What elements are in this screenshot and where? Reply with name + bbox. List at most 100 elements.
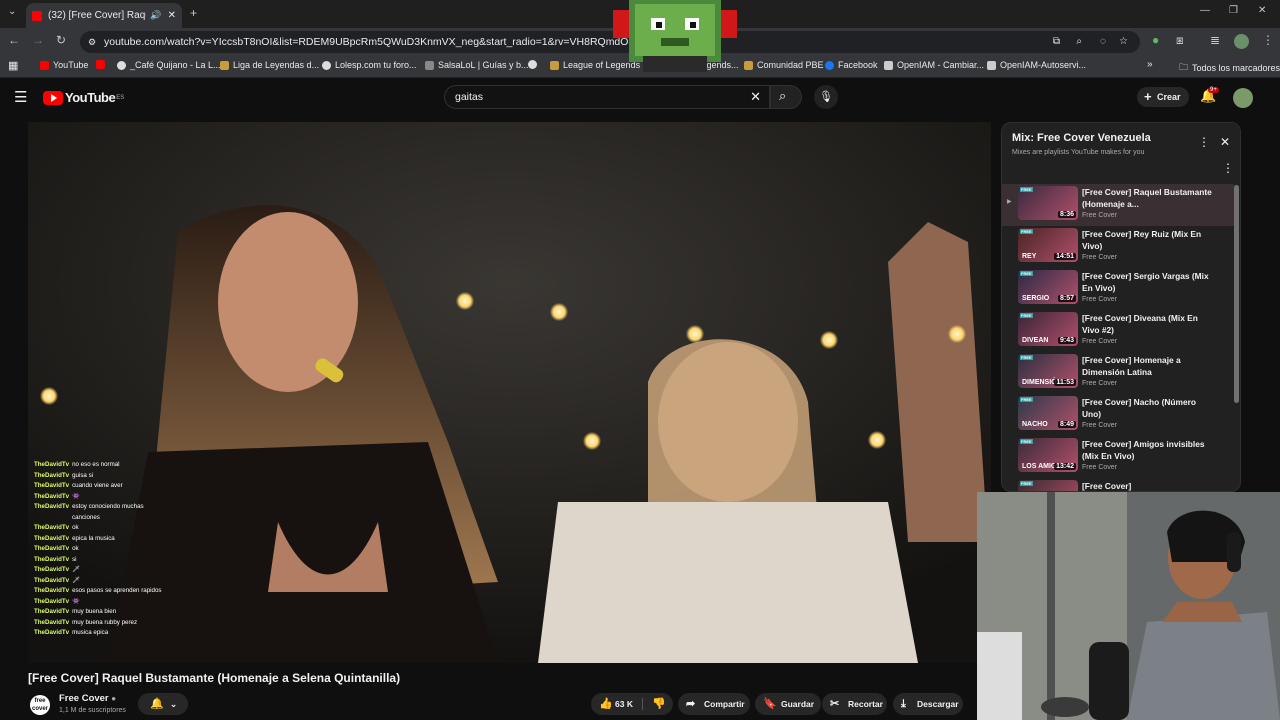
forward-icon[interactable]: → (32, 33, 44, 47)
bookmark-label: YouTube (53, 60, 89, 70)
back-icon[interactable]: ← (8, 33, 20, 47)
playlist-close-icon[interactable]: ✕ (1220, 135, 1230, 149)
youtube-logo-icon (43, 90, 63, 105)
download-button[interactable]: ⤓ Descargar (893, 693, 963, 715)
account-avatar[interactable] (1233, 88, 1253, 108)
playlist-thumbnail[interactable]: FREE DIMENSIÓN 11:53 (1018, 354, 1078, 388)
extensions-puzzle-icon[interactable]: ⧆ (1176, 33, 1184, 48)
youtube-logo[interactable]: YouTube ES (43, 90, 124, 105)
speaker-icon[interactable]: 🔊 (150, 10, 161, 21)
playlist-item[interactable]: ▶ FREE 8:36 [Free Cover] Raquel Bustamante … (1002, 184, 1234, 226)
playlist-item[interactable]: FREE LOS AMIGOS 13:42 [Free Cover] Amigos i… (1002, 436, 1234, 478)
reload-icon[interactable]: ↻ (56, 33, 66, 47)
playlist-options-icon[interactable]: ⋮ (1222, 161, 1234, 175)
dislike-button[interactable]: 👎 (646, 693, 672, 715)
all-bookmarks[interactable]: 🗀 Todos los marcadores (1179, 60, 1280, 76)
video-player[interactable]: TheDavidTv no eso es normal TheDavidTv guis… (28, 122, 991, 663)
channel-name[interactable]: Free Cover ● (59, 693, 116, 704)
reading-list-icon[interactable]: ≣ (1210, 33, 1220, 47)
chat-username: TheDavidTv (34, 482, 70, 489)
thumbs-down-icon: 👎 (652, 698, 666, 710)
bookmark-openiam-2[interactable]: OpenIAM-Autoservi... (987, 60, 1086, 70)
clip-button[interactable]: ✂ Recortar (822, 693, 887, 715)
playlist-scrollbar[interactable] (1234, 185, 1239, 403)
menu-hamburger-icon[interactable]: ☰ (14, 88, 27, 106)
subscription-bell-button[interactable]: 🔔 ⌄ (138, 693, 188, 715)
minimize-icon[interactable]: — (1200, 5, 1210, 16)
bookmark-lolesp[interactable]: Lolesp.com tu foro... (322, 60, 417, 70)
tab-close-icon[interactable]: ✕ (168, 10, 176, 21)
playlist-item[interactable]: FREE [Free Cover] (1002, 478, 1234, 491)
playlist-item[interactable]: FREE DIVEAN 9:43 [Free Cover] Diveana (Mix … (1002, 310, 1234, 352)
bookmark-star-icon[interactable]: ☆ (1119, 31, 1128, 53)
chrome-menu-icon[interactable]: ⋮ (1262, 33, 1274, 47)
thumbnail-text: DIVEAN (1022, 337, 1049, 344)
install-icon[interactable]: ⧉ (1053, 31, 1060, 53)
playlist-item[interactable]: FREE SERGIO 8:57 [Free Cover] Sergio Vargas… (1002, 268, 1234, 310)
apps-grid-icon[interactable]: ▦ (8, 59, 18, 72)
playlist-header: Mix: Free Cover Venezuela Mixes are play… (1002, 123, 1240, 181)
like-count: 63 K (615, 699, 633, 709)
search-button[interactable]: ⌕ (770, 85, 802, 109)
thumbs-up-icon: 👍 (599, 698, 613, 710)
chat-message: TheDavidTv 👾 (34, 492, 162, 503)
playlist-thumbnail[interactable]: FREE LOS AMIGOS 13:42 (1018, 438, 1078, 472)
profile-avatar[interactable] (1234, 34, 1249, 49)
eye-off-icon[interactable]: ◌ (1100, 31, 1106, 53)
extension-icon[interactable]: ● (1152, 33, 1159, 47)
playlist-thumbnail[interactable]: FREE 8:36 (1018, 186, 1078, 220)
site-info-icon[interactable]: ⚙ (88, 31, 96, 53)
save-button[interactable]: 🔖 Guardar (755, 693, 821, 715)
chat-text: 👾 (72, 492, 80, 500)
address-bar[interactable]: ⚙ youtube.com/watch?v=YIccsbT8nOI&list=R… (80, 31, 1140, 53)
playlist-thumbnail[interactable]: FREE NACHO 8:49 (1018, 396, 1078, 430)
playlist-thumbnail[interactable]: FREE (1018, 480, 1078, 491)
bookmark-youtube-2[interactable] (96, 60, 109, 69)
bookmark-openiam-1[interactable]: OpenIAM - Cambiar... (884, 60, 984, 70)
playlist-thumbnail[interactable]: FREE REY 14:51 (1018, 228, 1078, 262)
create-label: Crear (1157, 92, 1181, 102)
bookmark-pbe[interactable]: Comunidad PBE (744, 60, 824, 70)
restore-icon[interactable]: ❐ (1229, 5, 1238, 16)
new-tab-icon[interactable]: + (190, 6, 197, 20)
playlist-item[interactable]: FREE NACHO 8:49 [Free Cover] Nacho (Número … (1002, 394, 1234, 436)
playlist-title[interactable]: Mix: Free Cover Venezuela (1012, 132, 1151, 144)
url-text: youtube.com/watch?v=YIccsbT8nOI&list=RDE… (104, 36, 646, 48)
bookmark-youtube[interactable]: YouTube (40, 60, 88, 70)
video-duration: 8:36 (1057, 211, 1076, 218)
playlist-thumbnail[interactable]: FREE SERGIO 8:57 (1018, 270, 1078, 304)
more-bookmarks-icon[interactable]: » (1147, 59, 1153, 70)
chat-text: estoy conociendo muchas (72, 503, 144, 510)
create-button[interactable]: + Crear (1137, 87, 1189, 107)
bookmark-facebook[interactable]: Facebook (825, 60, 878, 70)
share-button[interactable]: ➦ Compartir (678, 693, 750, 715)
tab-search-icon[interactable]: ⌄ (8, 6, 16, 17)
search-input[interactable]: gaitas ✕ (444, 85, 770, 109)
search-icon: ⌕ (779, 88, 787, 103)
bookmark-liga-leyendas[interactable]: Liga de Leyendas d... (220, 60, 319, 70)
playlist-thumbnail[interactable]: FREE DIVEAN 9:43 (1018, 312, 1078, 346)
playlist-more-icon[interactable]: ⋮ (1198, 135, 1210, 149)
clear-search-icon[interactable]: ✕ (750, 86, 761, 108)
playlist-item-title: [Free Cover] Rey Ruiz (Mix En Vivo) (1082, 229, 1202, 251)
stage-light (820, 331, 838, 349)
chat-message: TheDavidTv muy buena bien (34, 607, 162, 618)
voice-search-icon[interactable]: 🎙 (814, 85, 838, 109)
free-cover-badge: FREE (1020, 397, 1033, 402)
webcam-frame (977, 492, 1280, 720)
bookmark-salsalol[interactable]: SalsaLoL | Guías y b... (425, 60, 529, 70)
lol-icon (220, 60, 229, 70)
free-cover-badge: FREE (1020, 439, 1033, 444)
zoom-icon[interactable]: ⌕ (1076, 31, 1082, 53)
free-cover-badge: FREE (1020, 355, 1033, 360)
playlist-item[interactable]: FREE DIMENSIÓN 11:53 [Free Cover] Homenaje … (1002, 352, 1234, 394)
bookmark-globe[interactable] (528, 60, 541, 69)
chat-message: TheDavidTv epica la musica (34, 534, 162, 545)
browser-tab[interactable]: (32) [Free Cover] Raquel Bu 🔊 ✕ (26, 3, 182, 28)
stage-light (550, 303, 568, 321)
channel-avatar[interactable]: free cover (30, 695, 50, 715)
bookmark-cafe-quijano[interactable]: _Café Quijano - La L... (117, 60, 221, 70)
playlist-item[interactable]: FREE REY 14:51 [Free Cover] Rey Ruiz (Mix E… (1002, 226, 1234, 268)
like-button[interactable]: 👍 63 K (591, 693, 641, 715)
window-close-icon[interactable]: ✕ (1258, 5, 1266, 16)
